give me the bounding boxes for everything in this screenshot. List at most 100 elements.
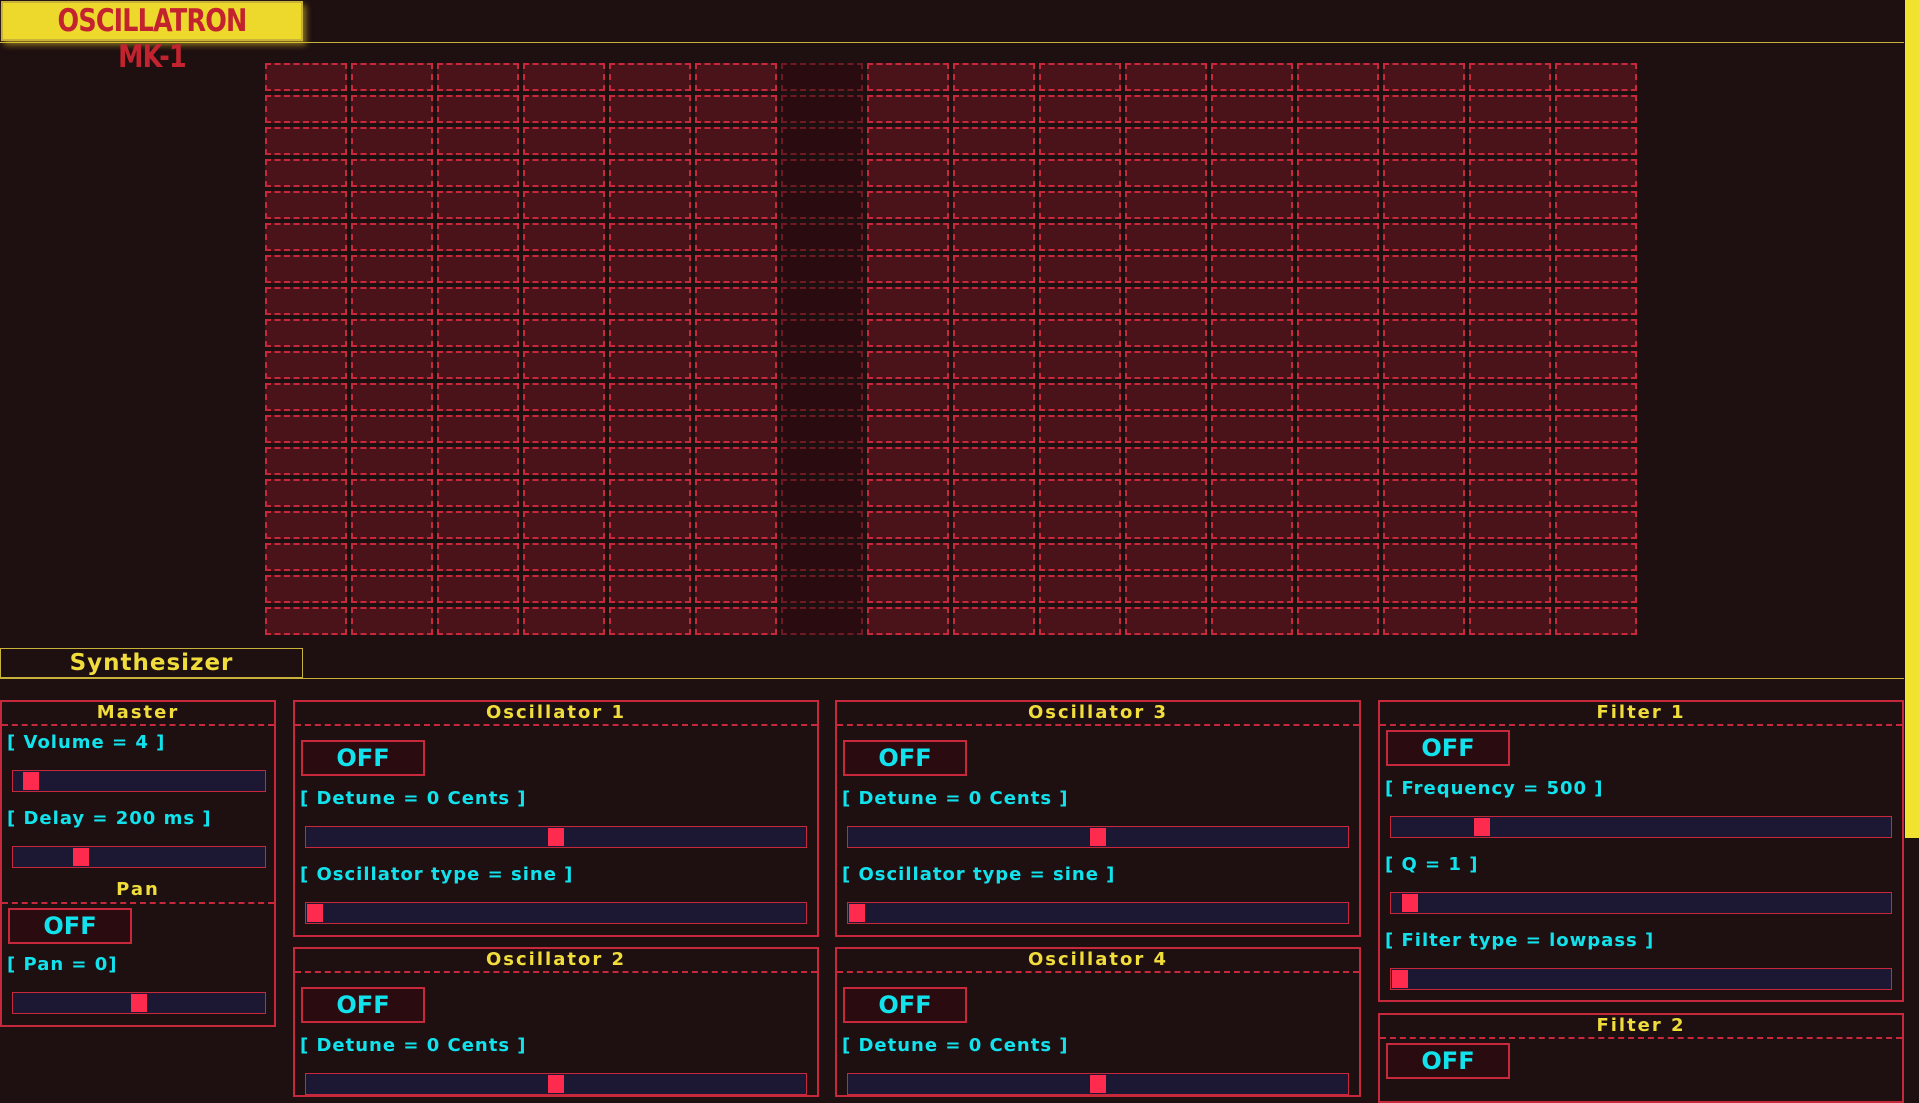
sequencer-cell[interactable] [953, 511, 1035, 539]
sequencer-cell[interactable] [1125, 127, 1207, 155]
sequencer-cell[interactable] [1125, 191, 1207, 219]
sequencer-cell[interactable] [437, 127, 519, 155]
sequencer-cell[interactable] [953, 319, 1035, 347]
sequencer-cell[interactable] [953, 159, 1035, 187]
sequencer-cell[interactable] [1039, 223, 1121, 251]
sequencer-cell[interactable] [609, 255, 691, 283]
sequencer-cell[interactable] [867, 223, 949, 251]
sequencer-cell[interactable] [437, 95, 519, 123]
sequencer-cell[interactable] [1555, 255, 1637, 283]
sequencer-cell[interactable] [437, 575, 519, 603]
sequencer-cell[interactable] [867, 351, 949, 379]
sequencer-cell[interactable] [1555, 223, 1637, 251]
sequencer-cell[interactable] [1211, 95, 1293, 123]
sequencer-cell[interactable] [1039, 575, 1121, 603]
sequencer-cell[interactable] [1555, 159, 1637, 187]
sequencer-cell[interactable] [1125, 607, 1207, 635]
sequencer-cell[interactable] [1555, 511, 1637, 539]
sequencer-cell[interactable] [1297, 95, 1379, 123]
slider-thumb[interactable] [131, 994, 147, 1012]
sequencer-cell[interactable] [867, 255, 949, 283]
sequencer-cell[interactable] [695, 351, 777, 379]
sequencer-cell[interactable] [609, 223, 691, 251]
sequencer-cell[interactable] [437, 319, 519, 347]
sequencer-cell[interactable] [1039, 319, 1121, 347]
sequencer-cell[interactable] [695, 415, 777, 443]
sequencer-cell[interactable] [609, 447, 691, 475]
sequencer-cell[interactable] [1555, 447, 1637, 475]
sequencer-cell[interactable] [265, 95, 347, 123]
sequencer-cell[interactable] [1125, 287, 1207, 315]
sequencer-cell[interactable] [1211, 63, 1293, 91]
sequencer-cell[interactable] [1297, 63, 1379, 91]
oscillator-1-toggle-button[interactable]: OFF [301, 740, 425, 776]
sequencer-cell[interactable] [265, 479, 347, 507]
sequencer-cell[interactable] [695, 95, 777, 123]
sequencer-cell[interactable] [781, 607, 863, 635]
sequencer-cell[interactable] [1469, 255, 1551, 283]
sequencer-cell[interactable] [1297, 127, 1379, 155]
sequencer-cell[interactable] [1469, 383, 1551, 411]
filter-1-type-slider[interactable] [1390, 968, 1892, 990]
sequencer-cell[interactable] [351, 543, 433, 571]
synth-tab[interactable]: Synthesizer [0, 648, 303, 678]
sequencer-cell[interactable] [437, 607, 519, 635]
sequencer-cell[interactable] [695, 159, 777, 187]
sequencer-cell[interactable] [609, 191, 691, 219]
sequencer-cell[interactable] [1039, 351, 1121, 379]
sequencer-cell[interactable] [1555, 415, 1637, 443]
sequencer-cell[interactable] [523, 319, 605, 347]
sequencer-cell[interactable] [1039, 63, 1121, 91]
sequencer-cell[interactable] [265, 543, 347, 571]
sequencer-cell[interactable] [781, 159, 863, 187]
sequencer-cell[interactable] [1211, 479, 1293, 507]
sequencer-cell[interactable] [1297, 159, 1379, 187]
sequencer-cell[interactable] [265, 351, 347, 379]
sequencer-cell[interactable] [1469, 319, 1551, 347]
delay-slider[interactable] [12, 846, 266, 868]
sequencer-cell[interactable] [1297, 287, 1379, 315]
sequencer-cell[interactable] [781, 575, 863, 603]
sequencer-cell[interactable] [1211, 127, 1293, 155]
sequencer-cell[interactable] [1125, 575, 1207, 603]
sequencer-cell[interactable] [351, 607, 433, 635]
sequencer-cell[interactable] [1555, 319, 1637, 347]
sequencer-cell[interactable] [867, 383, 949, 411]
slider-thumb[interactable] [1392, 970, 1408, 988]
sequencer-cell[interactable] [1383, 63, 1465, 91]
oscillator-1-type-slider[interactable] [305, 902, 807, 924]
sequencer-cell[interactable] [523, 63, 605, 91]
oscillator-2-detune-slider[interactable] [305, 1073, 807, 1095]
scrollbar[interactable] [1905, 0, 1919, 838]
sequencer-cell[interactable] [867, 479, 949, 507]
sequencer-cell[interactable] [437, 383, 519, 411]
sequencer-cell[interactable] [867, 447, 949, 475]
sequencer-cell[interactable] [523, 607, 605, 635]
sequencer-cell[interactable] [351, 63, 433, 91]
sequencer-cell[interactable] [867, 95, 949, 123]
filter-1-q-slider[interactable] [1390, 892, 1892, 914]
sequencer-cell[interactable] [1469, 351, 1551, 379]
sequencer-cell[interactable] [781, 319, 863, 347]
sequencer-cell[interactable] [953, 63, 1035, 91]
oscillator-1-detune-slider[interactable] [305, 826, 807, 848]
sequencer-cell[interactable] [1211, 607, 1293, 635]
sequencer-cell[interactable] [1383, 415, 1465, 443]
pan-slider[interactable] [12, 992, 266, 1014]
sequencer-cell[interactable] [1469, 191, 1551, 219]
sequencer-cell[interactable] [1039, 543, 1121, 571]
sequencer-cell[interactable] [1211, 575, 1293, 603]
sequencer-cell[interactable] [609, 511, 691, 539]
sequencer-cell[interactable] [351, 511, 433, 539]
sequencer-cell[interactable] [1469, 543, 1551, 571]
sequencer-cell[interactable] [437, 479, 519, 507]
sequencer-cell[interactable] [867, 63, 949, 91]
sequencer-cell[interactable] [1469, 479, 1551, 507]
sequencer-cell[interactable] [1555, 351, 1637, 379]
sequencer-cell[interactable] [1297, 479, 1379, 507]
sequencer-cell[interactable] [437, 447, 519, 475]
sequencer-cell[interactable] [437, 255, 519, 283]
sequencer-cell[interactable] [437, 223, 519, 251]
sequencer-cell[interactable] [695, 255, 777, 283]
sequencer-cell[interactable] [1383, 575, 1465, 603]
